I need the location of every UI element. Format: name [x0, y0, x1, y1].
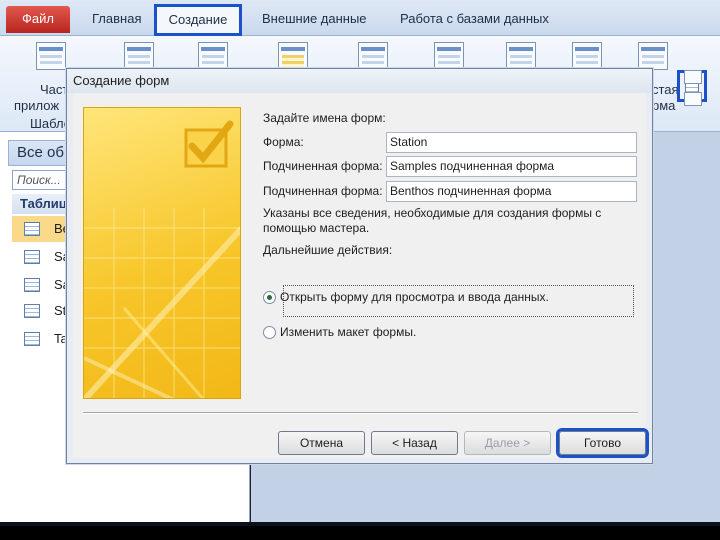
templates-group-label: Шабло	[30, 116, 71, 131]
navigation-form-icon[interactable]	[684, 70, 702, 84]
wizard-illustration-graphic	[84, 120, 240, 398]
application-parts-label-1: Част	[40, 82, 69, 97]
table-icon	[24, 304, 40, 318]
dialog-title[interactable]: Создание форм	[67, 69, 652, 93]
form-name-input[interactable]: Station	[386, 132, 637, 153]
subform2-name-label: Подчиненная форма:	[263, 184, 383, 198]
table-icon	[24, 250, 40, 264]
blank-form-icon[interactable]	[638, 42, 668, 70]
application-parts-icon[interactable]	[36, 42, 66, 70]
query-wizard-icon[interactable]	[358, 42, 388, 70]
blank-form-label-2: рма	[652, 98, 676, 113]
radio-modify-layout-label[interactable]: Изменить макет формы.	[280, 325, 416, 339]
subform1-name-label: Подчиненная форма:	[263, 159, 383, 173]
ribbon-tab-row: Файл Главная Создание Внешние данные Раб…	[0, 0, 720, 36]
tab-external-data[interactable]: Внешние данные	[254, 6, 375, 32]
table-design-icon[interactable]	[198, 42, 228, 70]
next-button[interactable]: Далее >	[464, 431, 551, 455]
bottom-black-bar	[0, 526, 720, 540]
radio-open-form-label[interactable]: Открыть форму для просмотра и ввода данн…	[280, 290, 549, 304]
info-text-line2: помощью мастера.	[263, 221, 370, 235]
radio-button-selected[interactable]	[263, 291, 276, 304]
more-forms-icon[interactable]	[684, 92, 702, 106]
radio-button-unselected[interactable]	[263, 326, 276, 339]
application-parts-label-2: прилож	[14, 98, 60, 113]
next-actions-label: Дальнейшие действия:	[263, 243, 393, 257]
table-icon	[24, 278, 40, 292]
sharepoint-lists-icon[interactable]	[278, 42, 308, 70]
query-design-icon[interactable]	[434, 42, 464, 70]
nav-item-label: St	[54, 303, 67, 318]
wizard-illustration	[83, 107, 241, 399]
subform1-name-input[interactable]: Samples подчиненная форма	[386, 156, 637, 177]
table-icon	[24, 332, 40, 346]
cancel-button[interactable]: Отмена	[278, 431, 365, 455]
back-button[interactable]: < Назад	[371, 431, 458, 455]
table-icon	[24, 222, 40, 236]
finish-button[interactable]: Готово	[559, 431, 646, 455]
form-design-icon[interactable]	[572, 42, 602, 70]
access-window: Файл Главная Создание Внешние данные Раб…	[0, 0, 720, 540]
tab-database-tools[interactable]: Работа с базами данных	[392, 6, 557, 32]
blank-form-label-1: стая	[652, 82, 679, 97]
info-text-line1: Указаны все сведения, необходимые для со…	[263, 206, 602, 220]
prompt-label: Задайте имена форм:	[263, 111, 386, 125]
form-wizard-dialog: Создание форм Задайте имена форм: Форма:	[66, 68, 653, 464]
tab-create[interactable]: Создание	[154, 4, 242, 36]
form-icon[interactable]	[506, 42, 536, 70]
subform2-name-input[interactable]: Benthos подчиненная форма	[386, 181, 637, 202]
table-icon[interactable]	[124, 42, 154, 70]
dialog-body: Задайте имена форм: Форма: Station Подчи…	[73, 93, 646, 458]
form-name-label: Форма:	[263, 135, 304, 149]
dialog-separator	[83, 412, 638, 414]
tab-home[interactable]: Главная	[84, 6, 149, 32]
tab-file[interactable]: Файл	[6, 6, 70, 33]
